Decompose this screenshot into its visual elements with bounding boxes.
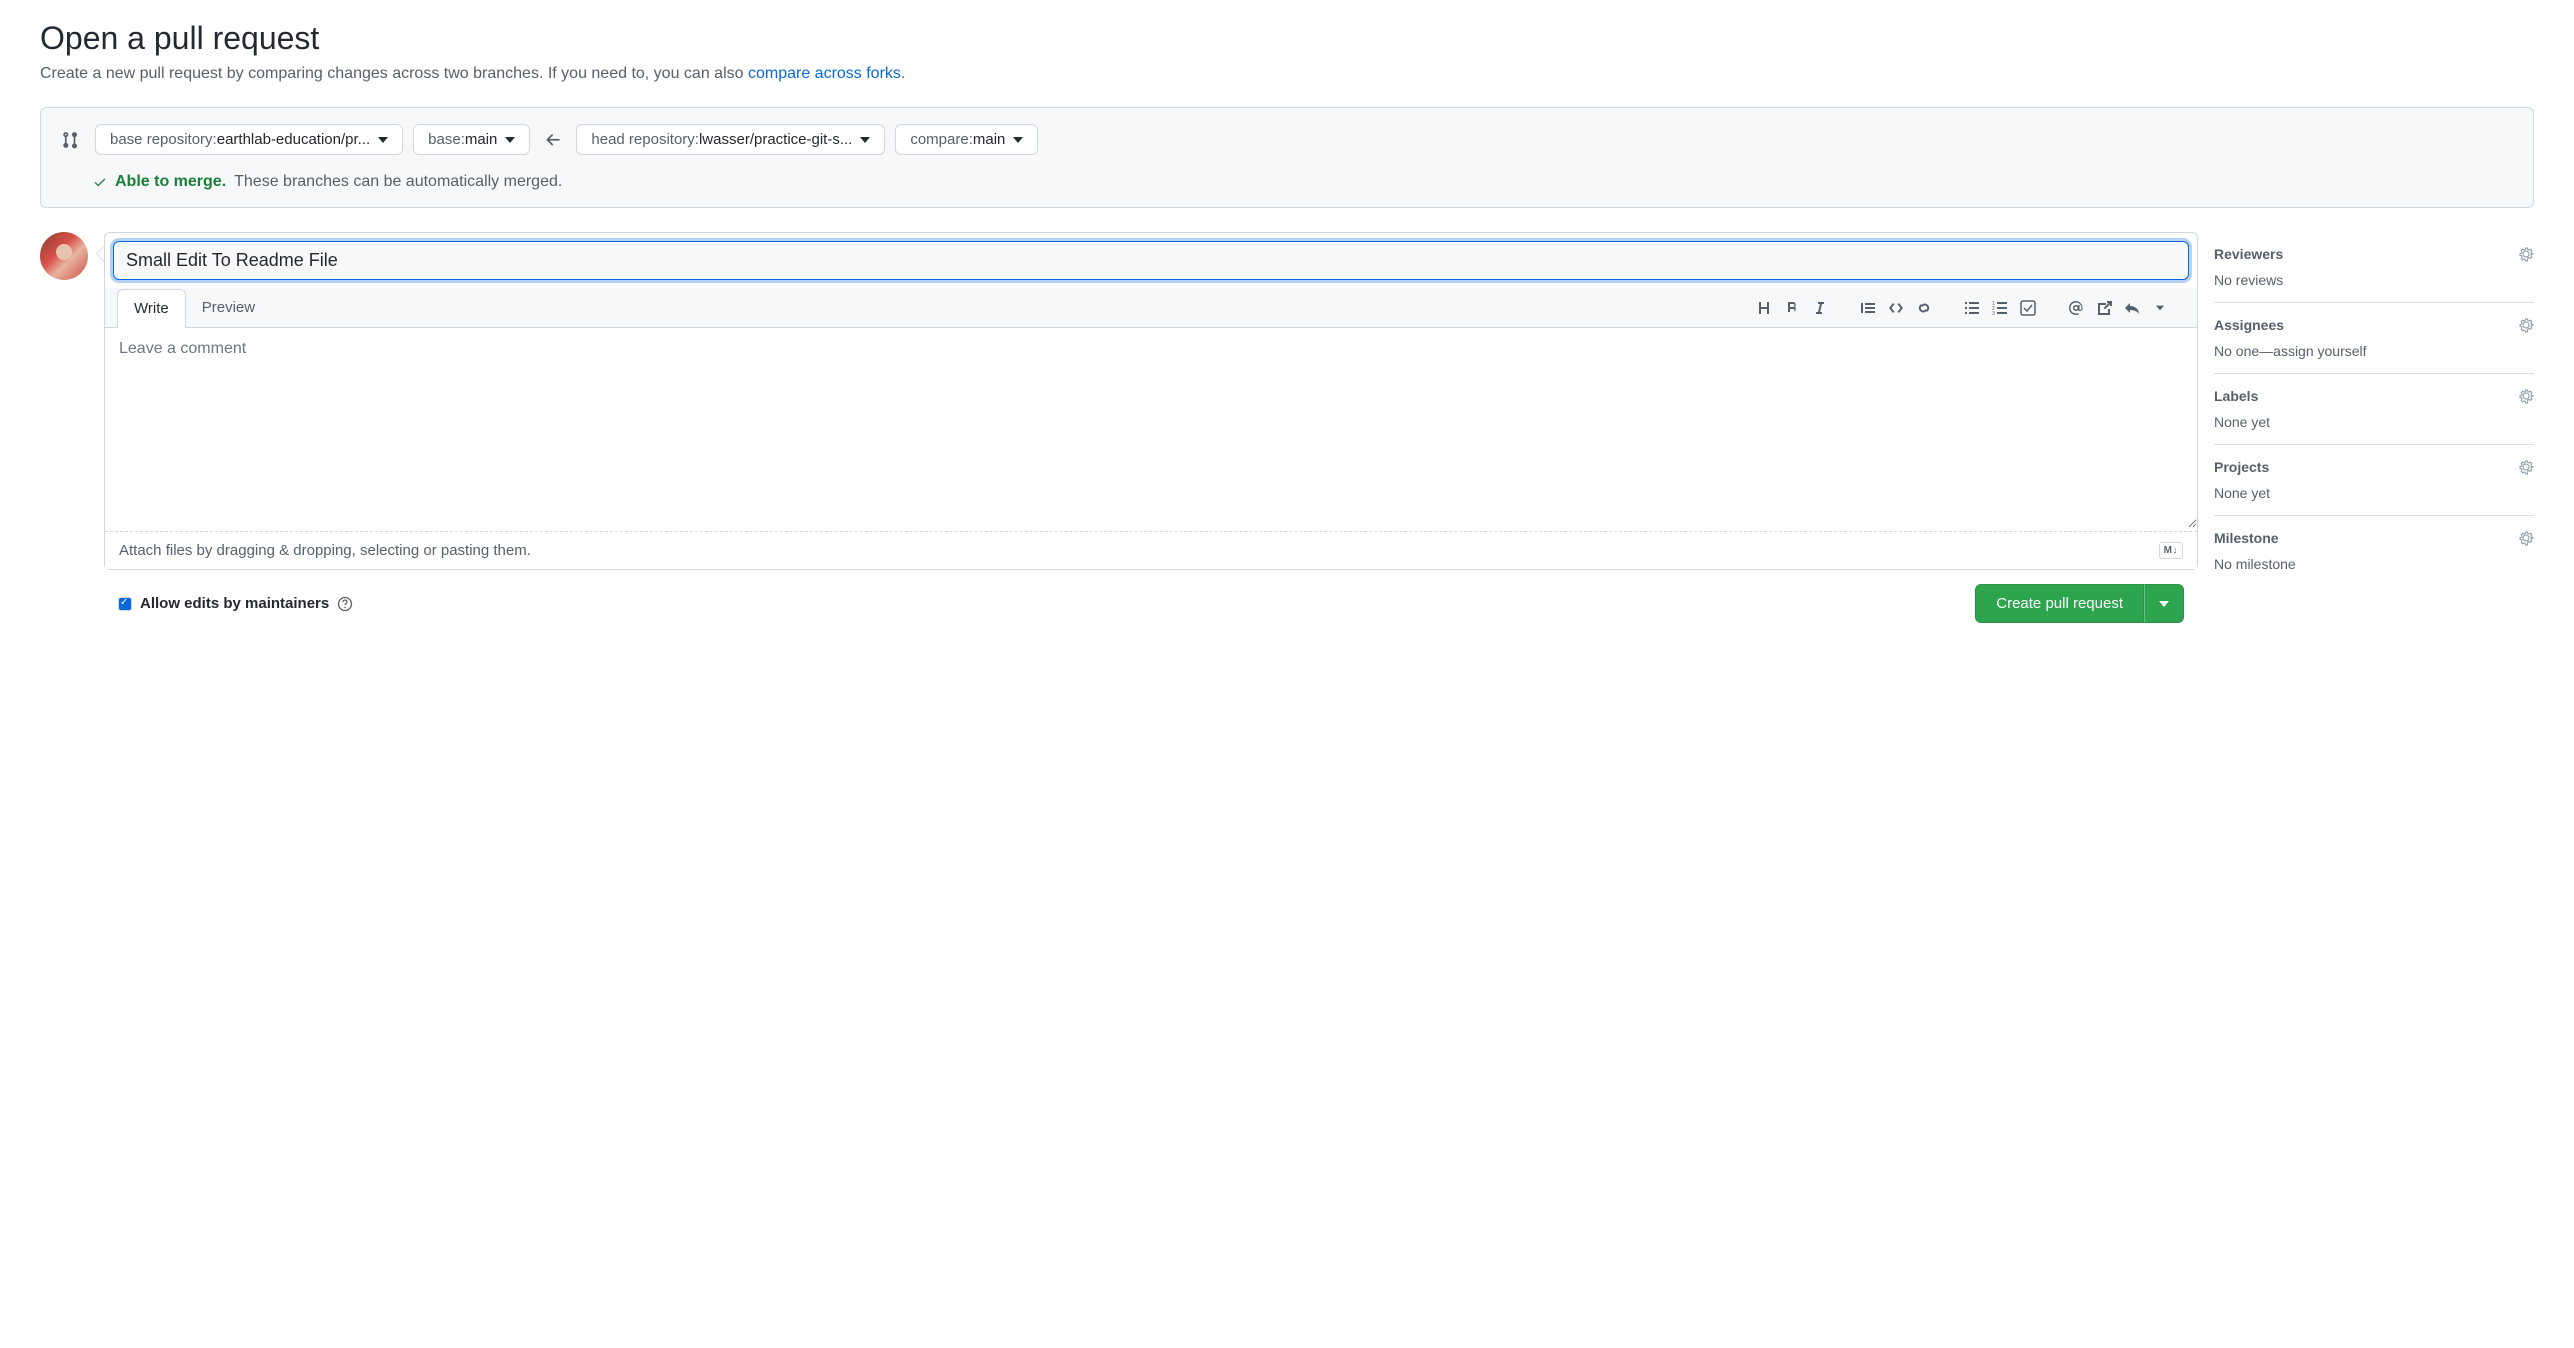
caret-down-icon bbox=[860, 135, 870, 145]
gear-icon[interactable] bbox=[2518, 388, 2534, 404]
tab-write[interactable]: Write bbox=[117, 289, 186, 328]
help-icon[interactable] bbox=[337, 596, 353, 612]
base-repo-select[interactable]: base repository: earthlab-education/pr..… bbox=[95, 124, 403, 155]
git-compare-icon bbox=[61, 131, 79, 149]
ordered-list-icon[interactable]: 123 bbox=[1987, 295, 2013, 321]
compare-branch-value: main bbox=[973, 131, 1006, 148]
md-toolbar: 123 bbox=[1743, 295, 2189, 321]
assignees-title: Assignees bbox=[2214, 317, 2284, 333]
milestone-body: No milestone bbox=[2214, 556, 2534, 572]
heading-icon[interactable] bbox=[1751, 295, 1777, 321]
tab-preview[interactable]: Preview bbox=[186, 289, 271, 328]
base-branch-select[interactable]: base: main bbox=[413, 124, 530, 155]
compare-forks-link[interactable]: compare across forks bbox=[748, 65, 901, 82]
check-icon bbox=[93, 175, 107, 189]
assign-yourself-link[interactable]: assign yourself bbox=[2273, 343, 2366, 359]
projects-title: Projects bbox=[2214, 459, 2269, 475]
comment-box: Write Preview bbox=[104, 232, 2198, 631]
mention-icon[interactable] bbox=[2063, 295, 2089, 321]
base-repo-value: earthlab-education/pr... bbox=[217, 131, 370, 148]
compare-box: base repository: earthlab-education/pr..… bbox=[40, 107, 2534, 208]
code-icon[interactable] bbox=[1883, 295, 1909, 321]
unordered-list-icon[interactable] bbox=[1959, 295, 1985, 321]
labels-body: None yet bbox=[2214, 414, 2534, 430]
attach-hint[interactable]: Attach files by dragging & dropping, sel… bbox=[119, 542, 531, 559]
assignees-body: No one—assign yourself bbox=[2214, 343, 2534, 359]
base-branch-label: base: bbox=[428, 131, 465, 148]
svg-text:3: 3 bbox=[1992, 311, 1995, 316]
allow-edits-text: Allow edits by maintainers bbox=[140, 595, 329, 612]
quote-icon[interactable] bbox=[1855, 295, 1881, 321]
reviewers-title: Reviewers bbox=[2214, 246, 2283, 262]
markdown-badge-icon[interactable]: M↓ bbox=[2159, 542, 2183, 559]
head-repo-value: lwasser/practice-git-s... bbox=[699, 131, 852, 148]
head-repo-select[interactable]: head repository: lwasser/practice-git-s.… bbox=[576, 124, 885, 155]
italic-icon[interactable] bbox=[1807, 295, 1833, 321]
caret-down-icon[interactable] bbox=[2147, 295, 2173, 321]
pr-body-textarea[interactable] bbox=[105, 328, 2197, 528]
page-title: Open a pull request bbox=[40, 20, 2534, 57]
task-list-icon[interactable] bbox=[2015, 295, 2041, 321]
avatar[interactable] bbox=[40, 232, 88, 280]
gear-icon[interactable] bbox=[2518, 530, 2534, 546]
caret-down-icon bbox=[378, 135, 388, 145]
reply-icon[interactable] bbox=[2119, 295, 2145, 321]
subtitle-text: Create a new pull request by comparing c… bbox=[40, 65, 748, 82]
create-pr-dropdown[interactable] bbox=[2144, 584, 2184, 623]
link-icon[interactable] bbox=[1911, 295, 1937, 321]
merge-able-text: Able to merge. bbox=[115, 173, 226, 191]
milestone-title: Milestone bbox=[2214, 530, 2279, 546]
caret-down-icon bbox=[1013, 135, 1023, 145]
sidebar: Reviewers No reviews Assignees No one—as… bbox=[2214, 232, 2534, 586]
projects-body: None yet bbox=[2214, 485, 2534, 501]
merge-status: Able to merge. These branches can be aut… bbox=[93, 173, 2513, 191]
merge-msg: These branches can be automatically merg… bbox=[234, 173, 562, 191]
bold-icon[interactable] bbox=[1779, 295, 1805, 321]
caret-down-icon bbox=[505, 135, 515, 145]
create-pr-button[interactable]: Create pull request bbox=[1975, 584, 2144, 623]
gear-icon[interactable] bbox=[2518, 459, 2534, 475]
cross-reference-icon[interactable] bbox=[2091, 295, 2117, 321]
allow-edits-checkbox[interactable] bbox=[118, 597, 132, 611]
compare-branch-select[interactable]: compare: main bbox=[895, 124, 1038, 155]
allow-edits-label[interactable]: Allow edits by maintainers bbox=[118, 595, 353, 612]
gear-icon[interactable] bbox=[2518, 246, 2534, 262]
subtitle-post: . bbox=[901, 65, 905, 82]
base-repo-label: base repository: bbox=[110, 131, 217, 148]
labels-title: Labels bbox=[2214, 388, 2258, 404]
page-subtitle: Create a new pull request by comparing c… bbox=[40, 65, 2534, 83]
reviewers-body: No reviews bbox=[2214, 272, 2534, 288]
gear-icon[interactable] bbox=[2518, 317, 2534, 333]
head-repo-label: head repository: bbox=[591, 131, 699, 148]
base-branch-value: main bbox=[465, 131, 498, 148]
pr-title-input[interactable] bbox=[113, 241, 2189, 280]
assignees-none: No one— bbox=[2214, 343, 2273, 359]
arrow-left-icon bbox=[540, 131, 566, 149]
compare-branch-label: compare: bbox=[910, 131, 973, 148]
